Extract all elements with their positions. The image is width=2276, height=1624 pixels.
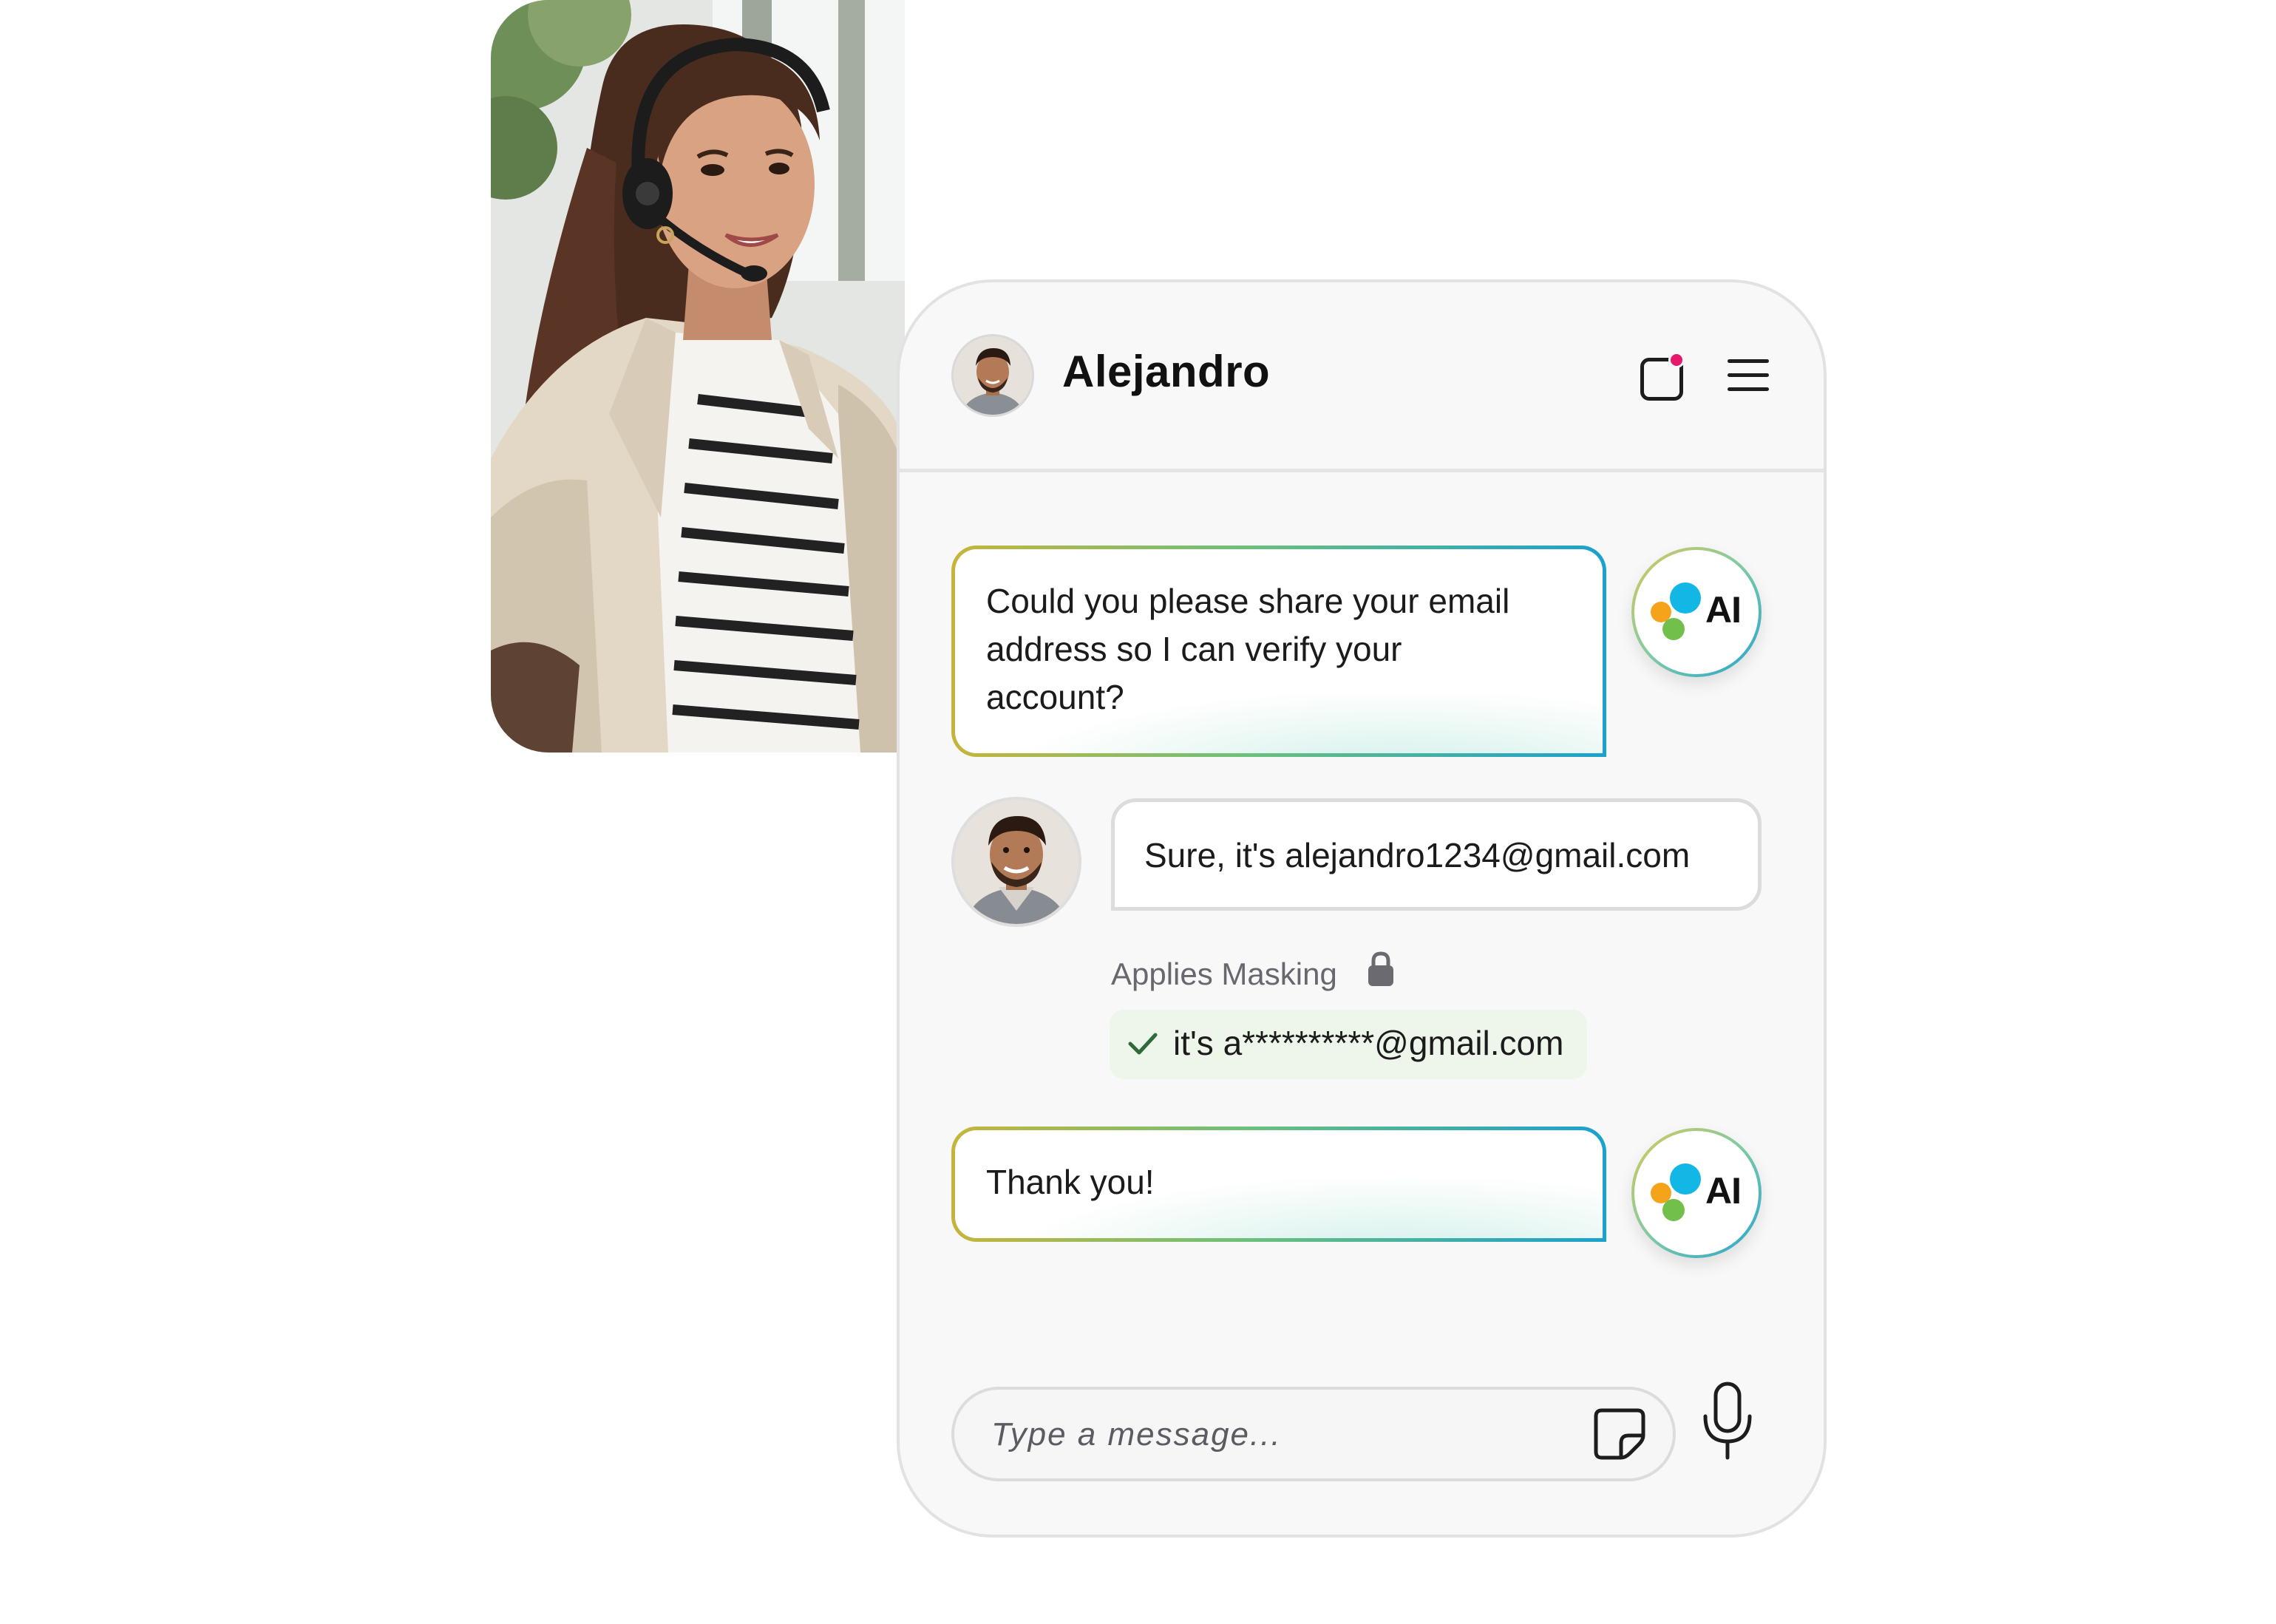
check-icon xyxy=(1128,1033,1158,1055)
notification-square-icon[interactable] xyxy=(1636,352,1686,402)
user-message-bubble: Sure, it's alejandro1234@gmail.com xyxy=(1111,798,1762,911)
ai-logo-dot-green xyxy=(1662,1199,1685,1221)
user-avatar-image xyxy=(954,800,1078,924)
ai-avatar-label: AI xyxy=(1705,1170,1742,1212)
message-input[interactable] xyxy=(991,1409,1553,1461)
masking-label: Applies Masking xyxy=(1111,957,1337,991)
user-message-text: Sure, it's alejandro1234@gmail.com xyxy=(1144,836,1691,874)
menu-line-top xyxy=(1728,359,1769,363)
ai-logo-dot-blue xyxy=(1670,1163,1701,1195)
ai-message-bubble: Thank you! xyxy=(951,1127,1606,1242)
chat-header: Alejandro xyxy=(900,282,1824,472)
microphone-icon[interactable] xyxy=(1699,1381,1756,1462)
contact-avatar[interactable] xyxy=(951,334,1034,417)
agent-photo xyxy=(491,0,905,752)
ai-message-text: Could you please share your email addres… xyxy=(955,549,1603,721)
masked-email-text: it's a**********@gmail.com xyxy=(1173,1024,1564,1062)
notification-dot xyxy=(1668,352,1685,368)
user-avatar xyxy=(951,797,1081,927)
sticker-icon[interactable] xyxy=(1591,1406,1648,1462)
ai-message-line: Could you please share your email xyxy=(986,582,1510,620)
ai-message-bubble: Could you please share your email addres… xyxy=(951,546,1606,757)
agent-illustration xyxy=(491,0,905,752)
message-input-container xyxy=(951,1387,1676,1481)
ai-avatar: AI xyxy=(1631,547,1762,677)
ai-avatar: AI xyxy=(1631,1128,1762,1258)
contact-name: Alejandro xyxy=(1062,347,1271,396)
ai-message-line: address so I can verify your xyxy=(986,630,1402,668)
ai-message-text: Thank you! xyxy=(955,1130,1603,1206)
masked-text-pill: it's a**********@gmail.com xyxy=(1110,1010,1587,1079)
ai-logo-dot-blue xyxy=(1670,582,1701,614)
menu-line-middle xyxy=(1728,373,1769,377)
lock-icon xyxy=(1368,951,1393,986)
menu-line-bottom xyxy=(1728,387,1769,391)
ai-avatar-label: AI xyxy=(1705,589,1742,631)
ai-message-line: account? xyxy=(986,678,1124,716)
ai-logo-dot-green xyxy=(1662,618,1685,640)
contact-avatar-image xyxy=(954,336,1032,415)
ai-message-line: Thank you! xyxy=(986,1163,1155,1201)
hamburger-menu-icon[interactable] xyxy=(1728,359,1769,392)
chat-window: Alejandro Could you please share your em… xyxy=(897,279,1827,1538)
